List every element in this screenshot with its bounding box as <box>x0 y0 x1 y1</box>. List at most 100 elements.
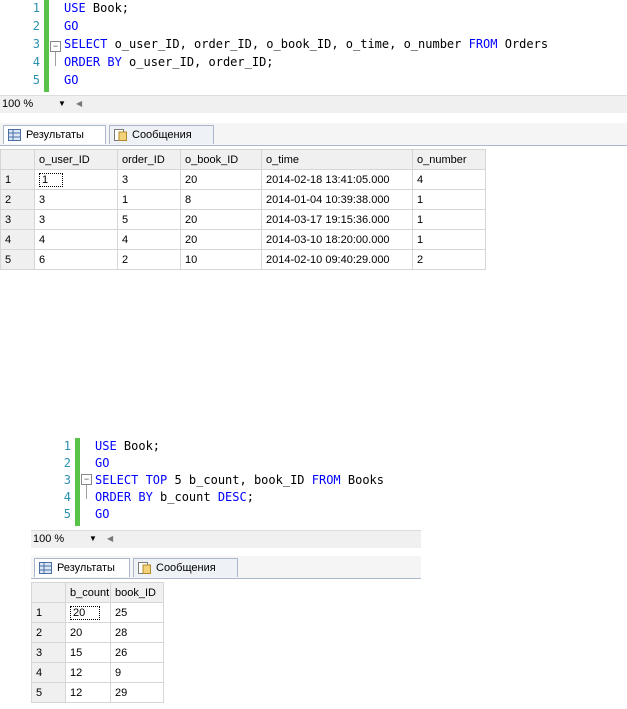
tab-messages[interactable]: Сообщения <box>109 125 214 144</box>
table-cell[interactable]: 2014-02-18 13:41:05.000 <box>261 169 413 190</box>
table-cell[interactable]: 6 <box>34 249 118 270</box>
zoom-value[interactable]: 100 % <box>2 95 33 113</box>
table-row[interactable]: 4 12 9 <box>31 662 164 683</box>
table-cell[interactable]: 15 <box>65 642 111 663</box>
zoom-value[interactable]: 100 % <box>33 530 64 548</box>
table-cell[interactable]: 4 <box>117 229 181 250</box>
tab-results[interactable]: Результаты <box>3 125 106 144</box>
sql-keyword: USE <box>64 1 86 15</box>
table-cell[interactable]: 2014-02-10 09:40:29.000 <box>261 249 413 270</box>
table-row[interactable]: 3 15 26 <box>31 642 164 663</box>
table-cell[interactable]: 5 <box>117 209 181 230</box>
table-cell[interactable]: 3 <box>34 189 118 210</box>
sql-keyword: GO <box>64 73 79 87</box>
table-cell[interactable]: 12 <box>65 662 111 683</box>
line-number: 5 <box>32 73 40 87</box>
table-cell[interactable]: 3 <box>34 209 118 230</box>
table-row[interactable]: 2 20 28 <box>31 622 164 643</box>
table-cell[interactable]: 4 <box>412 169 486 190</box>
column-header[interactable]: b_count <box>65 582 111 603</box>
row-number[interactable]: 3 <box>31 642 66 663</box>
table-cell[interactable]: 20 <box>180 209 262 230</box>
code-line[interactable]: GO <box>95 455 109 471</box>
code-line[interactable]: SELECT TOP 5 b_count, book_ID FROM Books <box>95 472 384 488</box>
table-cell[interactable]: 20 <box>180 229 262 250</box>
row-number[interactable]: 2 <box>0 189 35 210</box>
table-cell[interactable]: 1 <box>412 189 486 210</box>
sql-editor-1[interactable]: − 1 USE Book; 2 GO 3 SELECT o_user_ID, order_… <box>0 0 627 95</box>
table-row[interactable]: 5 6 2 10 2014-02-10 09:40:29.000 2 <box>0 249 486 270</box>
column-header[interactable]: o_time <box>261 149 413 170</box>
table-cell[interactable]: 1 <box>34 169 118 190</box>
row-number[interactable]: 2 <box>31 622 66 643</box>
code-line[interactable]: USE Book; <box>64 0 129 16</box>
code-line[interactable]: USE Book; <box>95 438 160 454</box>
horizontal-scrollbar[interactable] <box>0 95 627 113</box>
results-grid-1[interactable]: o_user_ID order_ID o_book_ID o_time o_number… <box>0 149 486 270</box>
zoom-dropdown-icon[interactable]: ▼ <box>58 95 66 113</box>
tab-results[interactable]: Результаты <box>34 558 130 577</box>
zoom-dropdown-icon[interactable]: ▼ <box>89 530 97 548</box>
table-cell[interactable]: 9 <box>110 662 164 683</box>
table-row[interactable]: 4 4 4 20 2014-03-10 18:20:00.000 1 <box>0 229 486 250</box>
code-line[interactable]: GO <box>95 506 109 522</box>
sql-text: Books <box>340 473 385 487</box>
table-cell[interactable]: 2014-03-17 19:15:36.000 <box>261 209 413 230</box>
code-line[interactable]: GO <box>64 18 78 34</box>
tab-messages[interactable]: Сообщения <box>133 558 238 577</box>
row-number[interactable]: 5 <box>31 682 66 703</box>
table-cell[interactable]: 2014-03-10 18:20:00.000 <box>261 229 413 250</box>
table-cell[interactable]: 25 <box>110 602 164 623</box>
row-number[interactable]: 1 <box>0 169 35 190</box>
table-row[interactable]: 5 12 29 <box>31 682 164 703</box>
row-number[interactable]: 4 <box>31 662 66 683</box>
row-number[interactable]: 4 <box>0 229 35 250</box>
code-line[interactable]: ORDER BY b_count DESC; <box>95 489 254 505</box>
column-header[interactable]: order_ID <box>117 149 181 170</box>
header-row: b_count book_ID <box>31 582 164 603</box>
table-cell[interactable]: 29 <box>110 682 164 703</box>
table-row[interactable]: 2 3 1 8 2014-01-04 10:39:38.000 1 <box>0 189 486 210</box>
line-number: 2 <box>32 19 40 33</box>
column-header[interactable]: book_ID <box>110 582 164 603</box>
tab-messages-label: Сообщения <box>132 129 192 141</box>
sql-editor-2[interactable]: − 1 USE Book; 2 GO 3 SELECT TOP 5 b_count, bo… <box>31 438 421 530</box>
table-cell[interactable]: 12 <box>65 682 111 703</box>
corner-cell[interactable] <box>0 149 35 170</box>
code-line[interactable]: SELECT o_user_ID, order_ID, o_book_ID, o… <box>64 36 548 52</box>
table-cell[interactable]: 10 <box>180 249 262 270</box>
column-header[interactable]: o_book_ID <box>180 149 262 170</box>
collapse-icon[interactable]: − <box>81 474 92 485</box>
table-cell[interactable]: 2014-01-04 10:39:38.000 <box>261 189 413 210</box>
table-row[interactable]: 1 20 25 <box>31 602 164 623</box>
table-cell[interactable]: 2 <box>117 249 181 270</box>
column-header[interactable]: o_user_ID <box>34 149 118 170</box>
code-line[interactable]: ORDER BY o_user_ID, order_ID; <box>64 54 274 70</box>
table-cell[interactable]: 20 <box>65 602 111 623</box>
table-cell[interactable]: 3 <box>117 169 181 190</box>
table-cell[interactable]: 20 <box>65 622 111 643</box>
table-cell[interactable]: 1 <box>117 189 181 210</box>
table-row[interactable]: 3 3 5 20 2014-03-17 19:15:36.000 1 <box>0 209 486 230</box>
corner-cell[interactable] <box>31 582 66 603</box>
table-cell[interactable]: 4 <box>34 229 118 250</box>
column-header[interactable]: o_number <box>412 149 486 170</box>
results-grid-2[interactable]: b_count book_ID 1 20 25 2 20 28 3 15 26 4 12 9 5 12 29 <box>31 582 164 703</box>
scroll-left-icon[interactable]: ◀ <box>76 95 82 113</box>
table-cell[interactable]: 2 <box>412 249 486 270</box>
table-row[interactable]: 1 1 3 20 2014-02-18 13:41:05.000 4 <box>0 169 486 190</box>
sql-keyword: GO <box>64 19 79 33</box>
table-cell[interactable]: 28 <box>110 622 164 643</box>
table-cell[interactable]: 26 <box>110 642 164 663</box>
code-line[interactable]: GO <box>64 72 78 88</box>
table-cell[interactable]: 1 <box>412 209 486 230</box>
row-number[interactable]: 3 <box>0 209 35 230</box>
table-cell[interactable]: 20 <box>180 169 262 190</box>
collapse-icon[interactable]: − <box>50 41 61 52</box>
row-number[interactable]: 1 <box>31 602 66 623</box>
table-cell[interactable]: 8 <box>180 189 262 210</box>
scroll-left-icon[interactable]: ◀ <box>107 530 113 548</box>
row-number[interactable]: 5 <box>0 249 35 270</box>
table-cell[interactable]: 1 <box>412 229 486 250</box>
line-number: 3 <box>63 473 71 487</box>
